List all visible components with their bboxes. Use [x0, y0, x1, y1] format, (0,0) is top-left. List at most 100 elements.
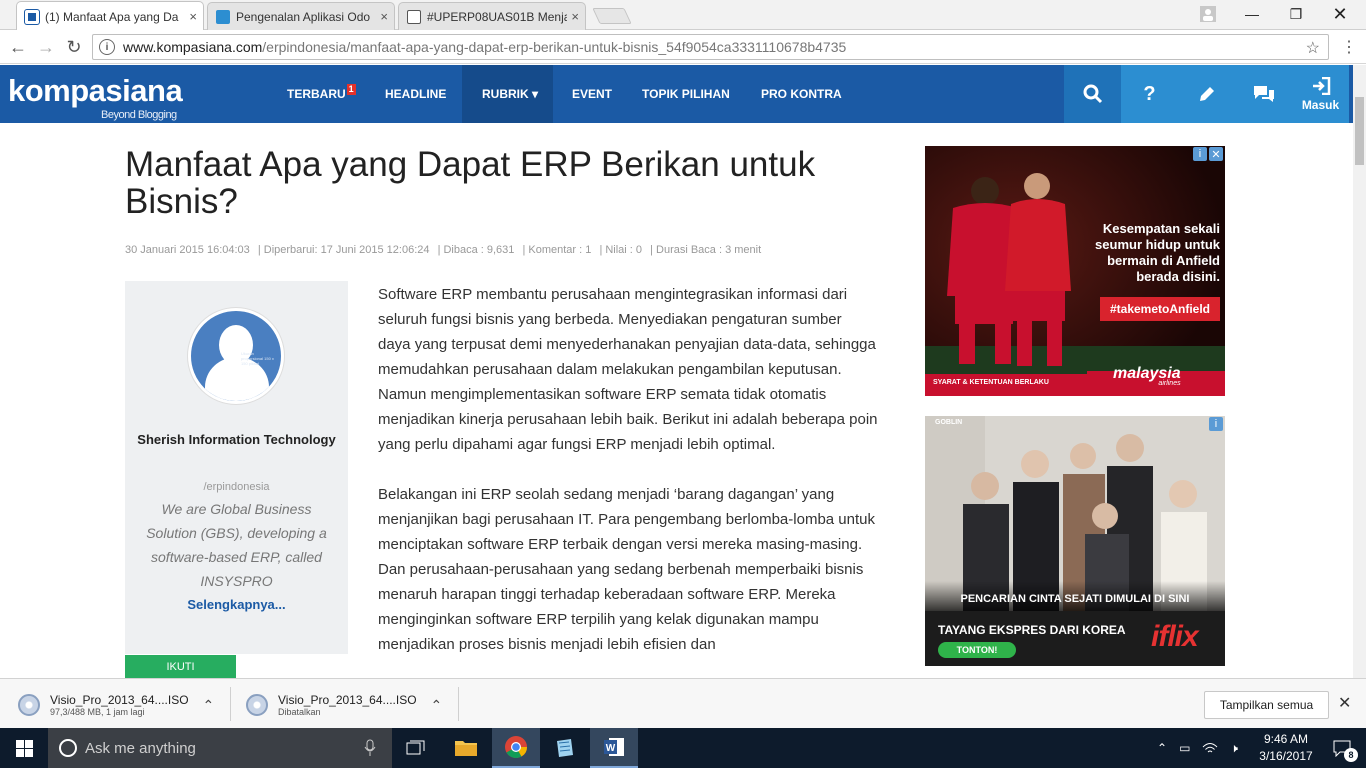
action-center-button[interactable]: 8: [1318, 728, 1366, 768]
rating-value: | Nilai : 0: [599, 244, 643, 256]
ad-iflix-goblin[interactable]: i GOBLIN PENCARIAN CINTA SEJATI DIMULAI …: [925, 416, 1225, 666]
tab-odoo[interactable]: Pengenalan Aplikasi Odo ×: [207, 2, 395, 30]
minimize-button[interactable]: —: [1230, 0, 1274, 28]
ad1-hashtag[interactable]: #takemetoAnfield: [1100, 297, 1220, 321]
ad-close-icon[interactable]: ✕: [1209, 147, 1223, 161]
author-bio: We are Global Business Solution (GBS), d…: [146, 501, 327, 589]
svg-text:W: W: [606, 743, 616, 754]
word-icon: W: [604, 738, 624, 756]
nav-label: RUBRIK ▾: [482, 87, 539, 101]
author-card: Ukuran proporsional 150 x 150 piksel She…: [125, 281, 348, 654]
author-name[interactable]: Sherish Information Technology: [125, 424, 348, 455]
article-meta: 30 Januari 2015 16:04:03 | Diperbarui: 1…: [125, 244, 766, 256]
reload-icon[interactable]: ↻: [62, 35, 86, 59]
author-handle[interactable]: /erpindonesia: [125, 481, 348, 493]
nav-pro-kontra[interactable]: PRO KONTRA: [761, 65, 842, 123]
help-button[interactable]: ?: [1121, 65, 1178, 123]
tab-close-icon[interactable]: ×: [380, 9, 388, 24]
microphone-icon[interactable]: [364, 739, 376, 757]
login-button[interactable]: Masuk: [1292, 65, 1349, 123]
avatar-note: Ukuran proporsional 150 x 150 piksel: [241, 351, 274, 366]
back-icon[interactable]: ←: [6, 35, 30, 59]
chat-icon: [1253, 86, 1274, 102]
malaysia-airlines-logo: malaysia airlines: [1113, 365, 1181, 387]
address-bar[interactable]: i www.kompasiana.com/erpindonesia/manfaa…: [92, 34, 1329, 60]
show-all-downloads-button[interactable]: Tampilkan semua: [1204, 691, 1329, 719]
taskbar-app[interactable]: [540, 728, 588, 768]
ad-info-icon[interactable]: i: [1193, 147, 1207, 161]
messages-button[interactable]: [1235, 65, 1292, 123]
avatar[interactable]: Ukuran proporsional 150 x 150 piksel: [188, 308, 284, 404]
bookmark-star-icon[interactable]: ☆: [1306, 38, 1320, 58]
site-navbar: kompasiana Beyond Blogging TERBARU 1 HEAD…: [0, 65, 1353, 123]
follow-button[interactable]: IKUTI: [125, 655, 236, 678]
download-item[interactable]: Visio_Pro_2013_64....ISO Dibatalkan ⌃: [246, 691, 442, 719]
clock-date: 3/16/2017: [1259, 749, 1313, 763]
nav-topik-pilihan[interactable]: TOPIK PILIHAN: [642, 65, 730, 123]
nav-event[interactable]: EVENT: [572, 65, 612, 123]
scrollbar-thumb[interactable]: [1355, 97, 1364, 165]
download-item[interactable]: Visio_Pro_2013_64....ISO 97,3/488 MB, 1 …: [18, 691, 214, 719]
taskbar-clock[interactable]: 9:46 AM 3/16/2017: [1252, 731, 1320, 765]
nav-terbaru[interactable]: TERBARU 1: [287, 65, 356, 123]
nav-badge: 1: [346, 83, 356, 95]
taskbar-file-explorer[interactable]: [442, 728, 490, 768]
tab-title: #UPERP08UAS01B Menja: [427, 9, 568, 24]
ad2-tagline: PENCARIAN CINTA SEJATI DIMULAI DI SINI: [925, 581, 1225, 611]
iflix-logo: iflix: [1151, 620, 1199, 653]
updated-date: | Diperbarui: 17 Juni 2015 12:06:24: [257, 244, 430, 256]
tab-title: Pengenalan Aplikasi Odo: [236, 9, 371, 24]
ad-malaysia-airlines[interactable]: i ✕ Kesempatan sekali seumur hidup untuk …: [925, 146, 1225, 396]
ad2-show-title: GOBLIN: [935, 419, 963, 426]
nav-label: PRO KONTRA: [761, 87, 842, 101]
site-info-icon[interactable]: i: [99, 39, 115, 55]
ad-info-icon[interactable]: i: [1209, 417, 1223, 431]
system-tray: ⌃ ▭ 🕨: [1157, 728, 1238, 768]
chrome-menu-icon[interactable]: ⋮: [1337, 35, 1361, 59]
write-button[interactable]: [1178, 65, 1235, 123]
wifi-icon[interactable]: [1202, 742, 1218, 754]
start-button[interactable]: [0, 728, 48, 768]
new-tab-button[interactable]: [592, 8, 632, 24]
article-paragraph: Software ERP membantu perusahaan mengint…: [378, 286, 878, 453]
nav-rubrik[interactable]: RUBRIK ▾: [462, 65, 553, 123]
volume-icon[interactable]: 🕨: [1230, 741, 1238, 756]
ad1-headline: Kesempatan sekali seumur hidup untuk ber…: [1095, 221, 1220, 284]
ad2-watch-button[interactable]: TONTON!: [938, 642, 1016, 658]
nav-headline[interactable]: HEADLINE: [385, 65, 446, 123]
nav-label: EVENT: [572, 87, 613, 101]
tab-kompasiana[interactable]: (1) Manfaat Apa yang Da ×: [16, 1, 204, 31]
close-download-bar-icon[interactable]: ✕: [1338, 693, 1351, 713]
pencil-icon: [1199, 87, 1214, 101]
search-button[interactable]: [1064, 65, 1121, 123]
restore-button[interactable]: ❐: [1274, 0, 1318, 28]
tab-close-icon[interactable]: ×: [571, 9, 579, 24]
battery-icon[interactable]: ▭: [1179, 741, 1190, 755]
book-favicon-icon: [407, 9, 421, 24]
page-scrollbar[interactable]: [1353, 65, 1366, 678]
chevron-up-icon[interactable]: ⌃: [431, 697, 443, 714]
profile-icon[interactable]: [1186, 0, 1230, 28]
author-more-link[interactable]: Selengkapnya...: [125, 597, 348, 612]
login-icon: [1312, 76, 1330, 95]
window-close-button[interactable]: ✕: [1318, 0, 1362, 28]
chevron-up-icon[interactable]: ⌃: [1157, 741, 1167, 755]
task-view-button[interactable]: [392, 728, 440, 768]
ad-choices[interactable]: i: [1209, 417, 1223, 431]
cortana-search-box[interactable]: Ask me anything: [48, 728, 392, 768]
search-icon: [1083, 84, 1102, 104]
chevron-up-icon[interactable]: ⌃: [203, 697, 215, 714]
ad-choices[interactable]: i ✕: [1193, 147, 1223, 161]
download-status: Dibatalkan: [278, 706, 321, 717]
tab-close-icon[interactable]: ×: [189, 9, 197, 24]
ad2-promo: TAYANG EKSPRES DARI KOREA: [938, 623, 1126, 637]
help-icon: ?: [1143, 82, 1156, 105]
download-name: Visio_Pro_2013_64....ISO: [278, 692, 417, 707]
url-path: /erpindonesia/manfaat-apa-yang-dapat-erp…: [262, 39, 847, 55]
clock-time: 9:46 AM: [1263, 732, 1309, 746]
taskbar-word[interactable]: W: [590, 728, 638, 768]
forward-icon[interactable]: →: [34, 35, 58, 59]
taskbar-chrome[interactable]: [492, 728, 540, 768]
tab-uperp[interactable]: #UPERP08UAS01B Menja ×: [398, 2, 586, 30]
kompasiana-logo[interactable]: kompasiana Beyond Blogging: [8, 73, 183, 121]
